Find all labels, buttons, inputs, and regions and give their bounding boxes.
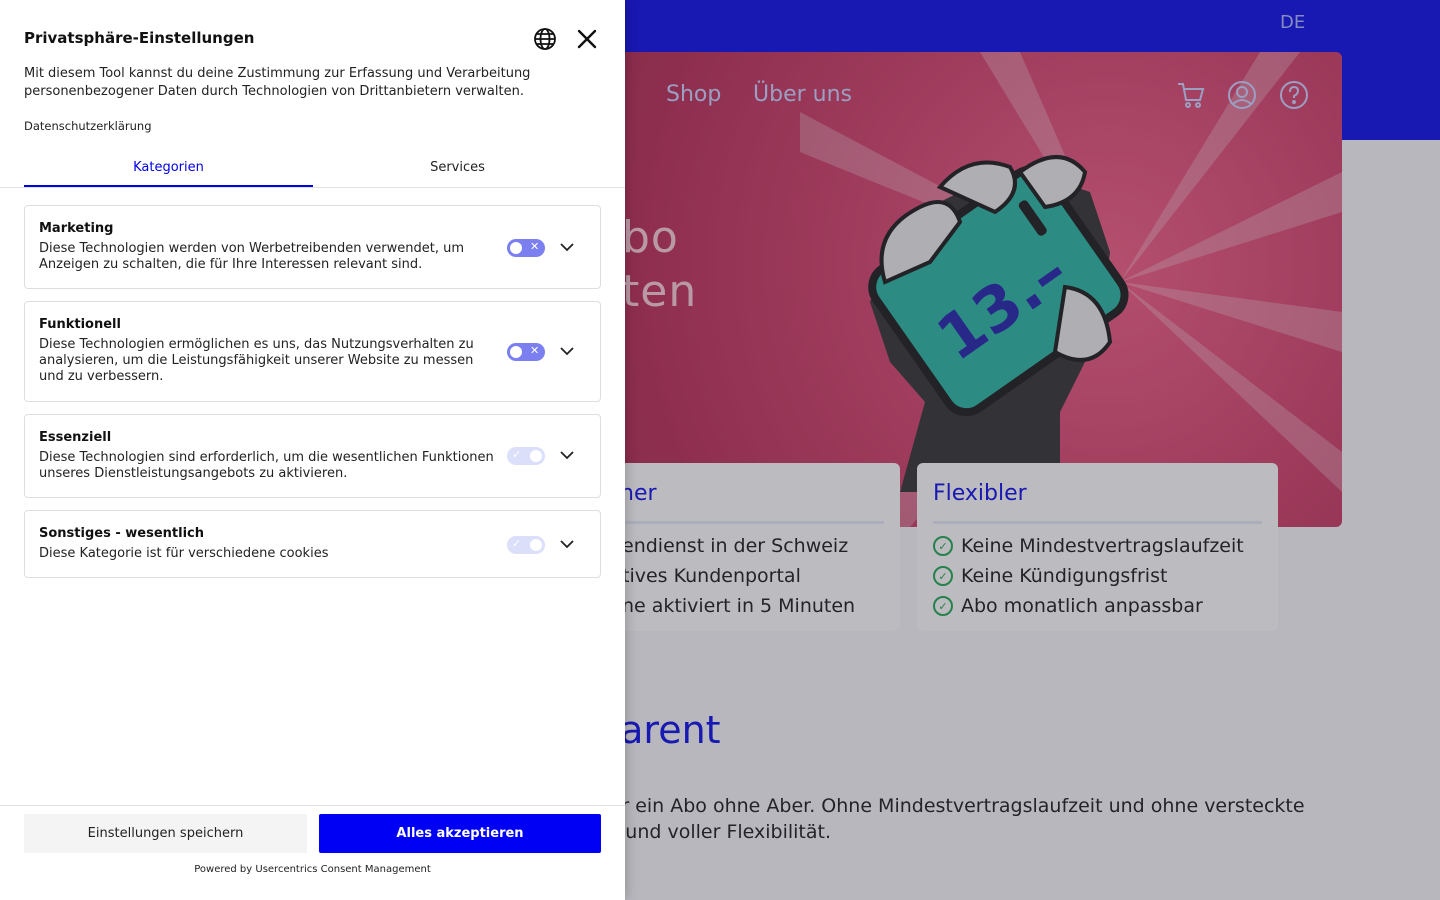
category-name: Essenziell: [39, 430, 112, 445]
chevron-down-icon[interactable]: [558, 342, 576, 360]
x-icon: ✕: [530, 344, 540, 357]
check-icon: ✓: [512, 537, 522, 550]
save-settings-button[interactable]: Einstellungen speichern: [24, 814, 307, 853]
chevron-down-icon[interactable]: [558, 238, 576, 256]
accept-all-button[interactable]: Alles akzeptieren: [319, 814, 601, 853]
consent-panel: Privatsphäre-Einstellungen Mit diesem To…: [0, 0, 625, 900]
category-name: Sonstiges - wesentlich: [39, 526, 204, 541]
toggle-knob: [530, 539, 542, 551]
category-name: Marketing: [39, 221, 114, 236]
tabs-divider: [0, 187, 625, 188]
chevron-down-icon[interactable]: [558, 446, 576, 464]
tab-services[interactable]: Services: [313, 160, 602, 175]
privacy-policy-link[interactable]: Datenschutzerklärung: [24, 119, 152, 133]
globe-icon[interactable]: [533, 27, 557, 51]
category-description: Diese Technologien ermöglichen es uns, d…: [39, 337, 474, 384]
toggle-knob: [510, 346, 522, 358]
category-essential: Essenziell Diese Technologien sind erfor…: [24, 414, 601, 498]
category-functional: Funktionell Diese Technologien ermöglich…: [24, 301, 601, 402]
functional-toggle[interactable]: ✕: [507, 343, 545, 361]
category-description: Diese Technologien werden von Werbetreib…: [39, 241, 465, 272]
close-icon[interactable]: [575, 27, 599, 51]
active-tab-indicator: [24, 185, 313, 187]
category-description: Diese Kategorie ist für verschiedene coo…: [39, 546, 329, 561]
other-essential-toggle: ✓: [507, 536, 545, 554]
essential-toggle: ✓: [507, 447, 545, 465]
category-other-essential: Sonstiges - wesentlich Diese Kategorie i…: [24, 510, 601, 578]
consent-description: Mit diesem Tool kannst du deine Zustimmu…: [24, 66, 531, 99]
marketing-toggle[interactable]: ✕: [507, 239, 545, 257]
check-icon: ✓: [512, 448, 522, 461]
toggle-knob: [510, 242, 522, 254]
footer-divider: [0, 805, 625, 806]
category-name: Funktionell: [39, 317, 121, 332]
tab-categories[interactable]: Kategorien: [24, 160, 313, 175]
x-icon: ✕: [530, 240, 540, 253]
powered-by-text[interactable]: Powered by Usercentrics Consent Manageme…: [0, 864, 625, 875]
consent-title: Privatsphäre-Einstellungen: [24, 29, 255, 47]
chevron-down-icon[interactable]: [558, 535, 576, 553]
category-description: Diese Technologien sind erforderlich, um…: [39, 450, 494, 481]
toggle-knob: [530, 450, 542, 462]
category-marketing: Marketing Diese Technologien werden von …: [24, 205, 601, 289]
